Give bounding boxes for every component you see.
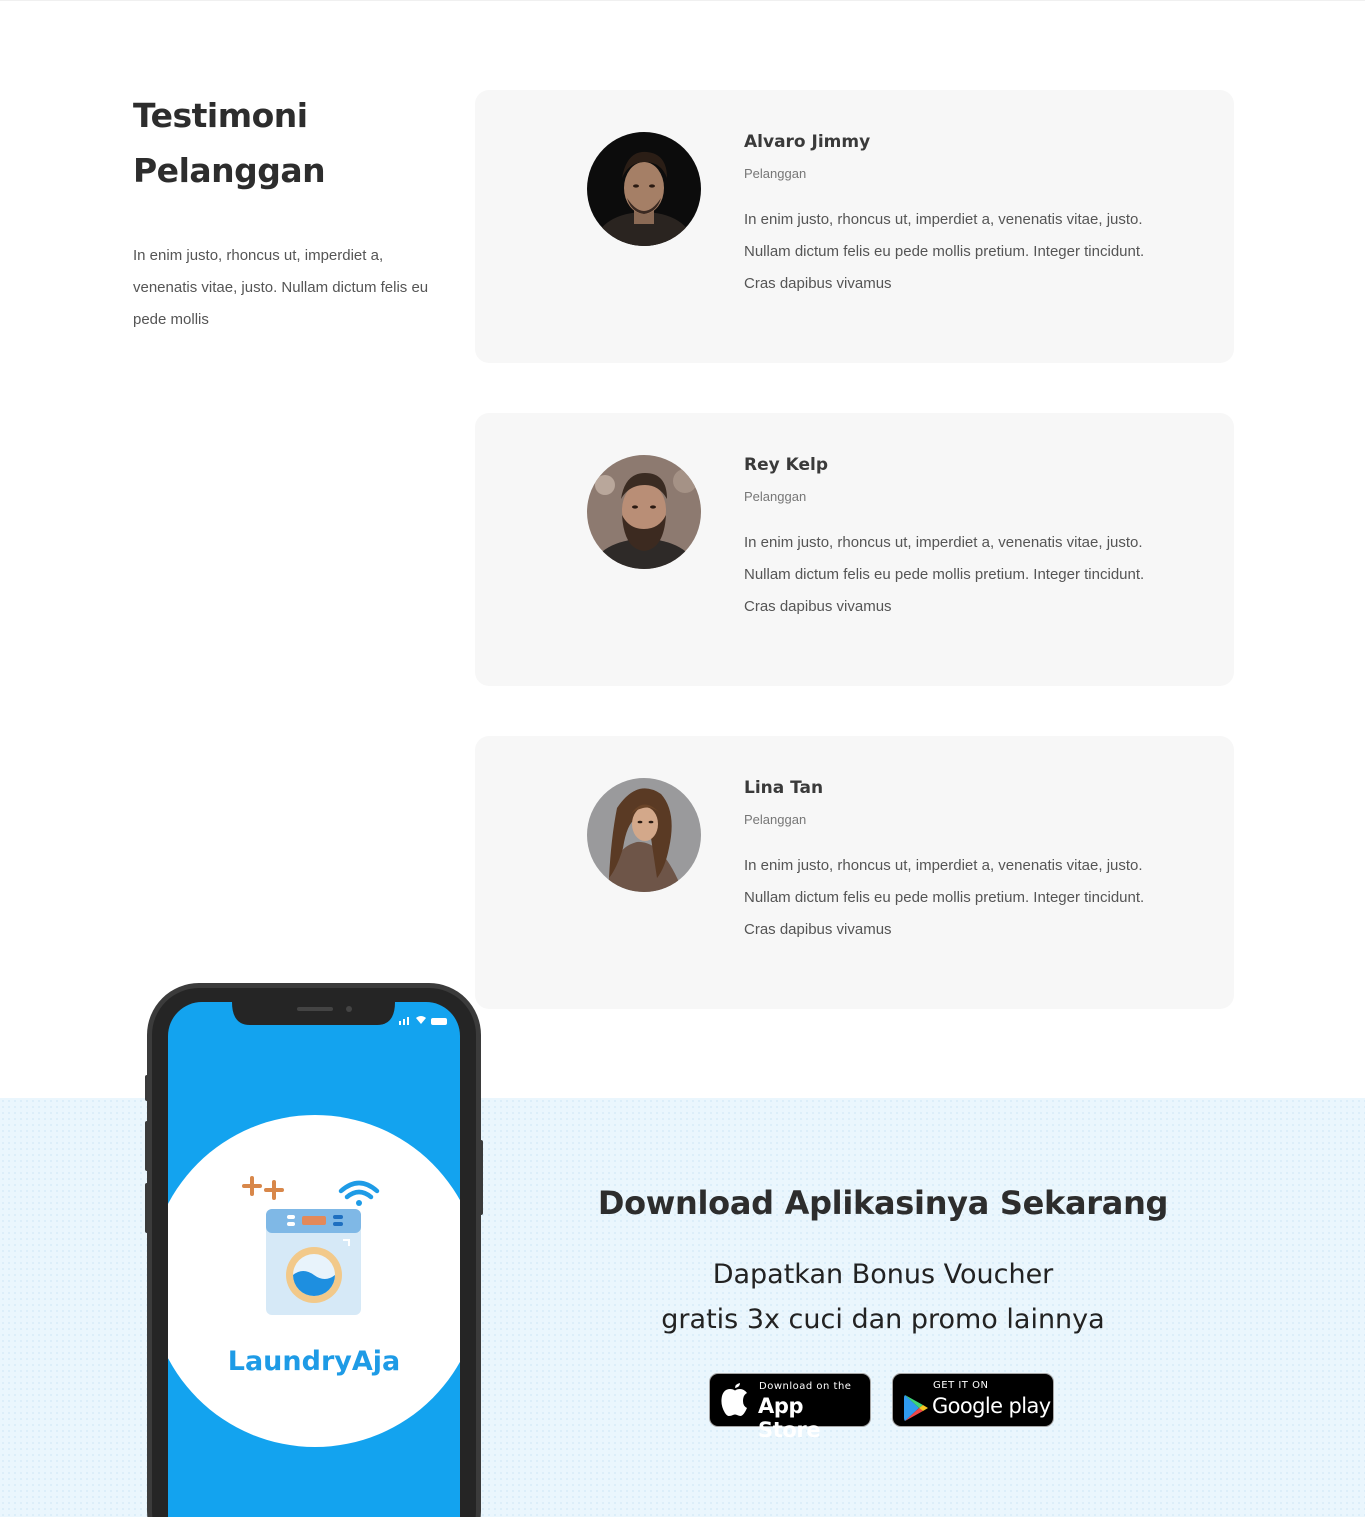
avatar [587,455,701,569]
testimonial-role: Pelanggan [744,489,807,504]
top-divider [0,0,1365,1]
google-play-small-text: GET IT ON [933,1380,989,1391]
download-subtitle-line1: Dapatkan Bonus Voucher [712,1259,1054,1290]
app-store-small-text: Download on the [759,1381,852,1392]
download-subtitle-line2: gratis 3x cuci dan promo lainnya [661,1304,1105,1335]
testimonial-quote: In enim justo, rhoncus ut, imperdiet a, … [744,534,1145,615]
app-store-big-text: App Store [758,1394,821,1442]
apple-icon [721,1383,747,1416]
phone-logo-text: LaundryAja [228,1346,400,1377]
testimonial-name: Rey Kelp [744,455,829,475]
app-store-button[interactable]: Download on the App Store [709,1373,871,1442]
testimonials-intro: Testimoni Pelanggan In enim justo, rhonc… [133,88,443,336]
section-title-line2: Pelanggan [133,151,326,190]
testimonial-name: Lina Tan [744,778,824,798]
testimonial-card: Alvaro Jimmy Pelanggan In enim justo, rh… [475,90,1234,363]
phone-mockup: LaundryAja [137,975,487,1517]
google-play-button[interactable]: GET IT ON Google play [892,1373,1054,1427]
testimonial-card: Rey Kelp Pelanggan In enim justo, rhoncu… [475,413,1234,686]
testimonial-card: Lina Tan Pelanggan In enim justo, rhoncu… [475,736,1234,1009]
section-title-line1: Testimoni [133,96,308,135]
testimonial-name: Alvaro Jimmy [744,132,871,152]
section-description: In enim justo, rhoncus ut, imperdiet a, … [133,247,429,328]
avatar [587,132,701,246]
google-play-big-text: Google play [932,1394,1051,1418]
download-subtitle: Dapatkan Bonus Voucher gratis 3x cuci da… [583,1252,1183,1342]
testimonial-role: Pelanggan [744,166,807,181]
google-play-icon [904,1395,928,1421]
testimonial-role: Pelanggan [744,812,807,827]
testimonial-quote: In enim justo, rhoncus ut, imperdiet a, … [744,211,1145,292]
section-title: Testimoni Pelanggan [133,88,443,198]
download-title: Download Aplikasinya Sekarang [597,1184,1169,1222]
avatar [587,778,701,892]
testimonial-quote: In enim justo, rhoncus ut, imperdiet a, … [744,857,1145,938]
